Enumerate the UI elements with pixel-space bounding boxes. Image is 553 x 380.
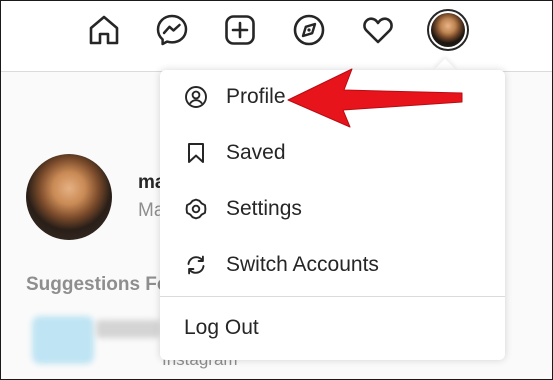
- menu-item-label: Saved: [226, 141, 286, 164]
- menu-item-label: Settings: [226, 197, 302, 220]
- suggestion-name-blurred: [96, 320, 160, 338]
- user-full-name: Ma: [138, 200, 160, 221]
- messenger-icon[interactable]: [153, 11, 191, 49]
- menu-item-log-out[interactable]: Log Out: [160, 301, 505, 355]
- menu-item-saved[interactable]: Saved: [160, 126, 505, 180]
- menu-divider: [160, 296, 505, 297]
- profile-avatar-photo: [431, 13, 465, 47]
- top-nav-bar: [0, 0, 553, 72]
- bookmark-icon: [184, 141, 208, 165]
- suggestions-heading: Suggestions Fo: [26, 274, 160, 295]
- activity-heart-icon[interactable]: [359, 11, 397, 49]
- menu-item-label: Log Out: [184, 316, 259, 339]
- profile-avatar[interactable]: [427, 9, 469, 51]
- suggestion-avatar-blurred: [32, 316, 94, 364]
- user-avatar[interactable]: [26, 154, 112, 240]
- annotation-arrow: [287, 68, 463, 128]
- menu-item-settings[interactable]: Settings: [160, 182, 505, 236]
- menu-item-switch-accounts[interactable]: Switch Accounts: [160, 238, 505, 292]
- explore-icon[interactable]: [290, 11, 328, 49]
- switch-accounts-icon: [184, 253, 208, 277]
- user-name[interactable]: ma: [138, 172, 160, 194]
- new-post-icon[interactable]: [221, 11, 259, 49]
- settings-gear-icon: [184, 197, 208, 221]
- home-icon[interactable]: [85, 11, 123, 49]
- menu-item-label: Profile: [226, 85, 286, 108]
- menu-item-label: Switch Accounts: [226, 253, 379, 276]
- profile-circle-icon: [184, 85, 208, 109]
